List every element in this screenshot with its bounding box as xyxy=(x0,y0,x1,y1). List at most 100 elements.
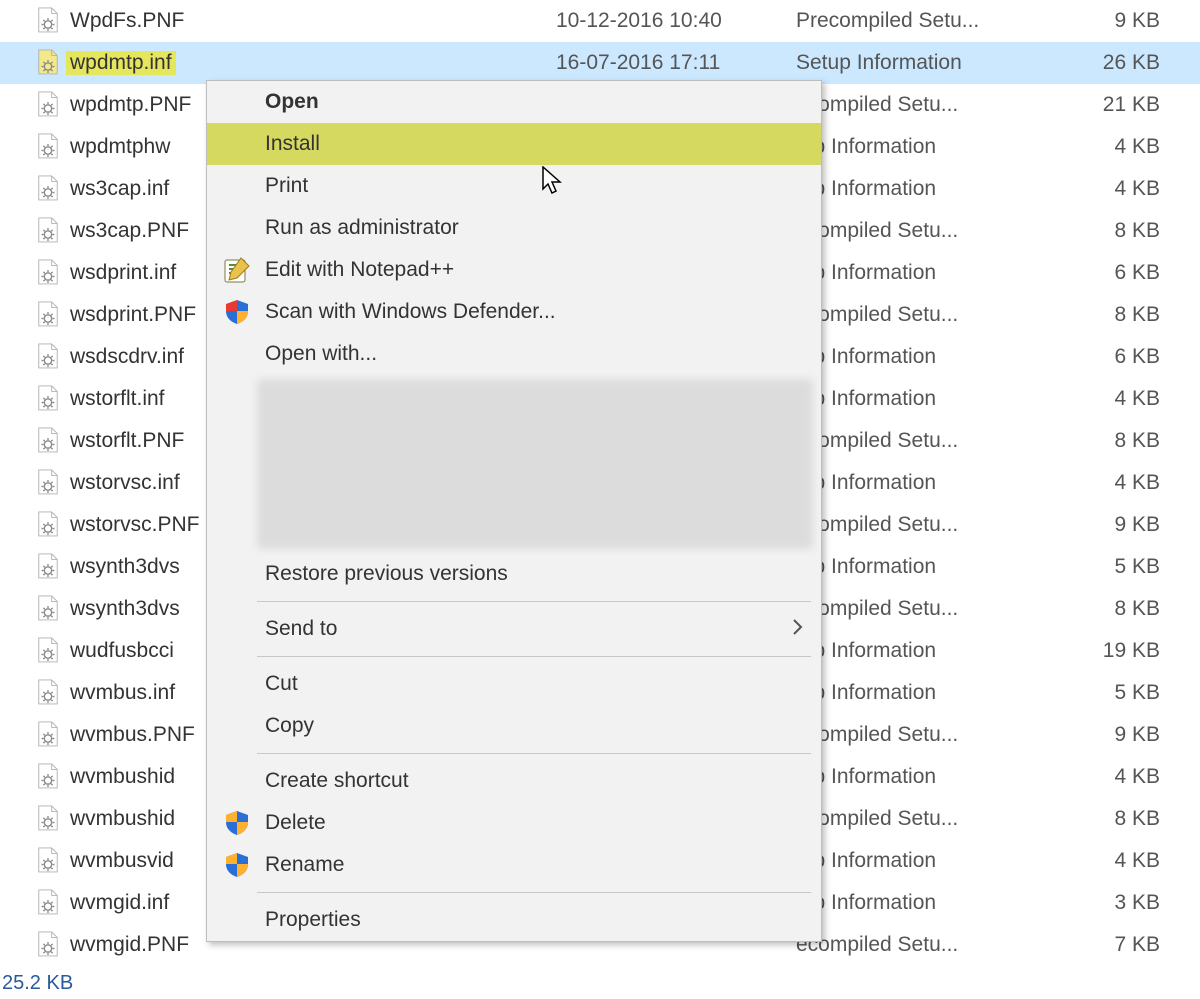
file-type: ecompiled Setu... xyxy=(796,219,1056,243)
inf-file-icon xyxy=(36,385,60,413)
pnf-file-icon xyxy=(36,7,60,35)
file-size: 9 KB xyxy=(1056,513,1200,537)
menu-run-as-administrator[interactable]: Run as administrator xyxy=(207,207,821,249)
file-size: 9 KB xyxy=(1056,723,1200,747)
menu-separator xyxy=(257,656,811,657)
file-name: wvmbusvid xyxy=(70,849,174,873)
file-size: 19 KB xyxy=(1056,639,1200,663)
file-type: ecompiled Setu... xyxy=(796,93,1056,117)
file-row[interactable]: WpdFs.PNF 10-12-2016 10:40Precompiled Set… xyxy=(0,0,1200,42)
file-name: wvmbus.PNF xyxy=(70,723,195,747)
file-name: wsdscdrv.inf xyxy=(70,345,184,369)
menu-separator xyxy=(257,601,811,602)
menu-scan-with-defender[interactable]: Scan with Windows Defender... xyxy=(207,291,821,333)
menu-rename[interactable]: Rename xyxy=(207,844,821,886)
file-size: 4 KB xyxy=(1056,177,1200,201)
pnf-file-icon xyxy=(36,721,60,749)
menu-redacted-items xyxy=(257,379,813,549)
menu-cut[interactable]: Cut xyxy=(207,663,821,705)
file-type: tup Information xyxy=(796,681,1056,705)
file-type: ecompiled Setu... xyxy=(796,723,1056,747)
file-type: tup Information xyxy=(796,261,1056,285)
file-type: tup Information xyxy=(796,177,1056,201)
file-type: ecompiled Setu... xyxy=(796,807,1056,831)
menu-properties[interactable]: Properties xyxy=(207,899,821,941)
file-name: WpdFs.PNF xyxy=(70,9,184,33)
file-name: wsdprint.PNF xyxy=(70,303,196,327)
file-size: 6 KB xyxy=(1056,261,1200,285)
file-name: ws3cap.PNF xyxy=(70,219,189,243)
pnf-file-icon xyxy=(36,511,60,539)
submenu-arrow-icon xyxy=(793,617,803,641)
pnf-file-icon xyxy=(36,427,60,455)
file-size: 9 KB xyxy=(1056,9,1200,33)
file-type: tup Information xyxy=(796,555,1056,579)
menu-install[interactable]: Install xyxy=(207,123,821,165)
file-size: 7 KB xyxy=(1056,933,1200,957)
file-size: 4 KB xyxy=(1056,387,1200,411)
file-type: tup Information xyxy=(796,639,1056,663)
inf-file-icon xyxy=(36,49,60,77)
file-name: wvmgid.inf xyxy=(70,891,169,915)
inf-file-icon xyxy=(36,679,60,707)
menu-edit-with-notepadpp[interactable]: Edit with Notepad++ xyxy=(207,249,821,291)
inf-file-icon xyxy=(36,175,60,203)
file-size: 5 KB xyxy=(1056,555,1200,579)
file-name: wvmgid.PNF xyxy=(70,933,189,957)
file-size: 8 KB xyxy=(1056,219,1200,243)
uac-shield-icon xyxy=(223,851,251,879)
menu-print[interactable]: Print xyxy=(207,165,821,207)
file-name: wvmbushid xyxy=(70,765,175,789)
file-date: 10-12-2016 10:40 xyxy=(556,9,796,33)
uac-shield-icon xyxy=(223,809,251,837)
pnf-file-icon xyxy=(36,595,60,623)
pnf-file-icon xyxy=(36,91,60,119)
notepadpp-icon xyxy=(223,256,251,284)
file-type: tup Information xyxy=(796,345,1056,369)
menu-send-to[interactable]: Send to xyxy=(207,608,821,650)
menu-open[interactable]: Open xyxy=(207,81,821,123)
status-bar-size: 25.2 KB xyxy=(0,968,75,999)
inf-file-icon xyxy=(36,763,60,791)
pnf-file-icon xyxy=(36,805,60,833)
file-type: tup Information xyxy=(796,891,1056,915)
inf-file-icon xyxy=(36,889,60,917)
file-size: 8 KB xyxy=(1056,807,1200,831)
menu-copy[interactable]: Copy xyxy=(207,705,821,747)
file-name: wstorvsc.PNF xyxy=(70,513,200,537)
menu-separator xyxy=(257,892,811,893)
inf-file-icon xyxy=(36,553,60,581)
file-name: wsynth3dvs xyxy=(70,597,180,621)
file-name: wvmbushid xyxy=(70,807,175,831)
file-type: ecompiled Setu... xyxy=(796,429,1056,453)
file-type: ecompiled Setu... xyxy=(796,513,1056,537)
file-name: wpdmtphw xyxy=(70,135,170,159)
pnf-file-icon xyxy=(36,301,60,329)
menu-restore-previous-versions[interactable]: Restore previous versions xyxy=(207,553,821,595)
file-name: wudfusbcci xyxy=(70,639,174,663)
file-type: tup Information xyxy=(796,849,1056,873)
menu-open-with[interactable]: Open with... xyxy=(207,333,821,375)
file-explorer-pane: WpdFs.PNF 10-12-2016 10:40Precompiled Set… xyxy=(0,0,1200,999)
file-size: 21 KB xyxy=(1056,93,1200,117)
file-name: wstorvsc.inf xyxy=(70,471,180,495)
menu-delete[interactable]: Delete xyxy=(207,802,821,844)
file-type: tup Information xyxy=(796,765,1056,789)
file-size: 4 KB xyxy=(1056,765,1200,789)
pnf-file-icon xyxy=(36,931,60,959)
file-type: tup Information xyxy=(796,135,1056,159)
file-name: wstorflt.inf xyxy=(70,387,165,411)
menu-create-shortcut[interactable]: Create shortcut xyxy=(207,760,821,802)
file-size: 6 KB xyxy=(1056,345,1200,369)
inf-file-icon xyxy=(36,469,60,497)
file-name: ws3cap.inf xyxy=(70,177,169,201)
file-size: 4 KB xyxy=(1056,135,1200,159)
file-name: wstorflt.PNF xyxy=(70,429,184,453)
file-type: tup Information xyxy=(796,387,1056,411)
file-type: Precompiled Setu... xyxy=(796,9,1056,33)
file-date: 16-07-2016 17:11 xyxy=(556,51,796,75)
inf-file-icon xyxy=(36,847,60,875)
defender-shield-icon xyxy=(223,298,251,326)
file-type: ecompiled Setu... xyxy=(796,303,1056,327)
file-row[interactable]: wpdmtp.inf16-07-2016 17:11Setup Informat… xyxy=(0,42,1200,84)
